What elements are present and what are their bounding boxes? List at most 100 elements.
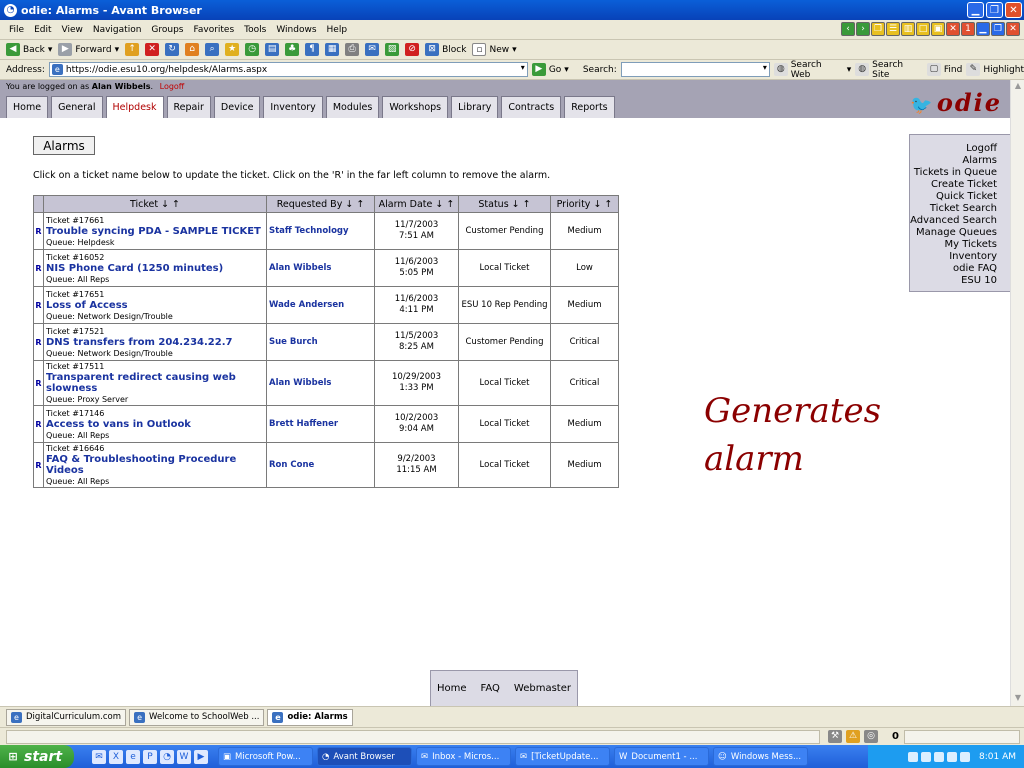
search-web-button[interactable]: ◍ Search Web ▾ <box>773 60 851 80</box>
tray-volume-icon[interactable] <box>921 751 931 762</box>
tab-helpdesk[interactable]: Helpdesk <box>105 96 164 118</box>
tree-icon[interactable]: ♣ <box>285 43 300 56</box>
side-link-odie-faq[interactable]: odie FAQ <box>910 263 997 275</box>
forward-button[interactable]: ▶ Forward ▾ <box>58 43 119 56</box>
next-page-icon[interactable]: › <box>856 22 870 36</box>
requested-by-link[interactable]: Sue Burch <box>266 323 375 361</box>
task-document1[interactable]: W Document1 - ... <box>614 747 709 766</box>
vertical-scrollbar[interactable]: ▲ ▼ <box>1010 80 1024 706</box>
task-ticket-update[interactable]: ✉ [TicketUpdate... <box>515 747 610 766</box>
task-powerpoint[interactable]: ▣ Microsoft Pow... <box>218 747 313 766</box>
ticket-name-link[interactable]: DNS transfers from 204.234.22.7 <box>46 337 266 348</box>
tab-device[interactable]: Device <box>213 96 261 118</box>
browser-tab-schoolweb[interactable]: e Welcome to SchoolWeb ... <box>129 708 265 726</box>
side-link-logoff[interactable]: Logoff <box>910 143 997 155</box>
side-link-my-tickets[interactable]: My Tickets <box>910 239 997 251</box>
new-button[interactable]: ▫ New ▾ <box>472 43 517 56</box>
remove-alarm-button[interactable]: R <box>33 212 44 250</box>
ticket-name-link[interactable]: FAQ & Troubleshooting Procedure Videos <box>46 454 266 476</box>
tile-icon[interactable]: □ <box>916 22 930 36</box>
task-windows-messenger[interactable]: ☺ Windows Mess... <box>713 747 808 766</box>
requested-by-link[interactable]: Brett Haffener <box>266 405 375 443</box>
side-link-create-ticket[interactable]: Create Ticket <box>910 179 997 191</box>
menu-groups[interactable]: Groups <box>150 25 184 35</box>
go-button[interactable]: ▶ Go ▾ <box>531 63 569 76</box>
footer-link-home[interactable]: Home <box>437 683 467 694</box>
cascade-icon[interactable]: ❐ <box>871 22 885 36</box>
ticket-name-link[interactable]: Transparent redirect causing web slownes… <box>46 372 266 394</box>
spelling-icon[interactable]: ¶ <box>305 43 320 56</box>
requested-by-column-header[interactable]: Requested By ↓ ↑ <box>266 195 375 213</box>
menu-view[interactable]: View <box>61 25 84 35</box>
ticket-column-header[interactable]: Ticket ↓ ↑ <box>43 195 267 213</box>
tab-minimize-icon[interactable]: ▁ <box>976 22 990 36</box>
find-button[interactable]: ▢ Find <box>926 63 962 76</box>
clock[interactable]: 8:01 AM <box>979 752 1016 762</box>
side-link-quick-ticket[interactable]: Quick Ticket <box>910 191 997 203</box>
tray-network-icon[interactable] <box>908 751 918 762</box>
image-icon[interactable]: ▨ <box>385 43 400 56</box>
flash-icon[interactable]: ◎ <box>864 730 878 743</box>
remove-alarm-button[interactable]: R <box>33 442 44 488</box>
start-button[interactable]: ⊞ start <box>0 745 74 768</box>
tab-inventory[interactable]: Inventory <box>263 96 323 118</box>
up-icon[interactable]: ↑ <box>125 43 140 56</box>
minimize-button[interactable]: ▁ <box>967 2 984 18</box>
powerpoint-icon[interactable]: P <box>143 749 157 764</box>
ticket-name-link[interactable]: Access to vans in Outlook <box>46 419 266 430</box>
tray-messenger-icon[interactable] <box>947 751 957 762</box>
tab-contracts[interactable]: Contracts <box>501 96 562 118</box>
excel-icon[interactable]: X <box>109 749 123 764</box>
groups-icon[interactable]: ▤ <box>265 43 280 56</box>
scroll-up-icon[interactable]: ▲ <box>1012 81 1024 93</box>
requested-by-link[interactable]: Wade Andersen <box>266 286 375 324</box>
address-input[interactable]: e https://odie.esu10.org/helpdesk/Alarms… <box>48 62 528 77</box>
side-link-alarms[interactable]: Alarms <box>910 155 997 167</box>
avant-icon[interactable]: ◔ <box>160 749 174 764</box>
tile-vertical-icon[interactable]: ▥ <box>901 22 915 36</box>
outlook-icon[interactable]: ✉ <box>92 749 106 764</box>
tab-library[interactable]: Library <box>451 96 499 118</box>
remove-alarm-button[interactable]: R <box>33 323 44 361</box>
status-column-header[interactable]: Status ↓ ↑ <box>458 195 551 213</box>
side-link-ticket-search[interactable]: Ticket Search <box>910 203 997 215</box>
alarm-date-column-header[interactable]: Alarm Date ↓ ↑ <box>374 195 459 213</box>
side-link-advanced-search[interactable]: Advanced Search <box>910 215 997 227</box>
scroll-down-icon[interactable]: ▼ <box>1012 693 1024 705</box>
side-link-tickets-in-queue[interactable]: Tickets in Queue <box>910 167 997 179</box>
tray-bluetooth-icon[interactable] <box>934 751 944 762</box>
search-dropdown-icon[interactable]: ▾ <box>763 63 767 72</box>
tab-home[interactable]: Home <box>6 96 49 118</box>
block-button[interactable]: ⊠ Block <box>425 43 466 56</box>
remove-alarm-button[interactable]: R <box>33 249 44 287</box>
footer-link-webmaster[interactable]: Webmaster <box>514 683 571 694</box>
favorites-star-icon[interactable]: ★ <box>225 43 240 56</box>
menu-favorites[interactable]: Favorites <box>193 25 236 35</box>
menu-navigation[interactable]: Navigation <box>92 25 143 35</box>
browser-tab-digitalcurriculum[interactable]: e DigitalCurriculum.com <box>6 708 127 726</box>
menu-help[interactable]: Help <box>326 25 349 35</box>
popup-blocker-icon[interactable]: ⊘ <box>405 43 420 56</box>
tab-reports[interactable]: Reports <box>564 96 615 118</box>
search-site-button[interactable]: ◍ Search Site <box>855 60 923 80</box>
ticket-name-link[interactable]: NIS Phone Card (1250 minutes) <box>46 263 266 274</box>
chevron-down-icon[interactable]: ▾ <box>521 63 525 72</box>
priority-column-header[interactable]: Priority ↓ ↑ <box>550 195 619 213</box>
tab-workshops[interactable]: Workshops <box>382 96 449 118</box>
footer-link-faq[interactable]: FAQ <box>481 683 500 694</box>
requested-by-link[interactable]: Alan Wibbels <box>266 360 375 406</box>
menu-edit[interactable]: Edit <box>33 25 52 35</box>
one-window-icon[interactable]: 1 <box>961 22 975 36</box>
media-icon[interactable]: ▶ <box>194 749 208 764</box>
requested-by-link[interactable]: Alan Wibbels <box>266 249 375 287</box>
history-icon[interactable]: ◷ <box>245 43 260 56</box>
search-icon[interactable]: ⌕ <box>205 43 220 56</box>
menu-tools[interactable]: Tools <box>243 25 267 35</box>
close-button[interactable]: ✕ <box>1005 2 1022 18</box>
restore-button[interactable]: ❐ <box>986 2 1003 18</box>
remove-alarm-button[interactable]: R <box>33 360 44 406</box>
popup-icon[interactable]: ⚠ <box>846 730 860 743</box>
browser-tab-odie-alarms[interactable]: e odie: Alarms <box>267 708 353 726</box>
remove-alarm-button[interactable]: R <box>33 286 44 324</box>
side-link-esu-10[interactable]: ESU 10 <box>910 275 997 287</box>
